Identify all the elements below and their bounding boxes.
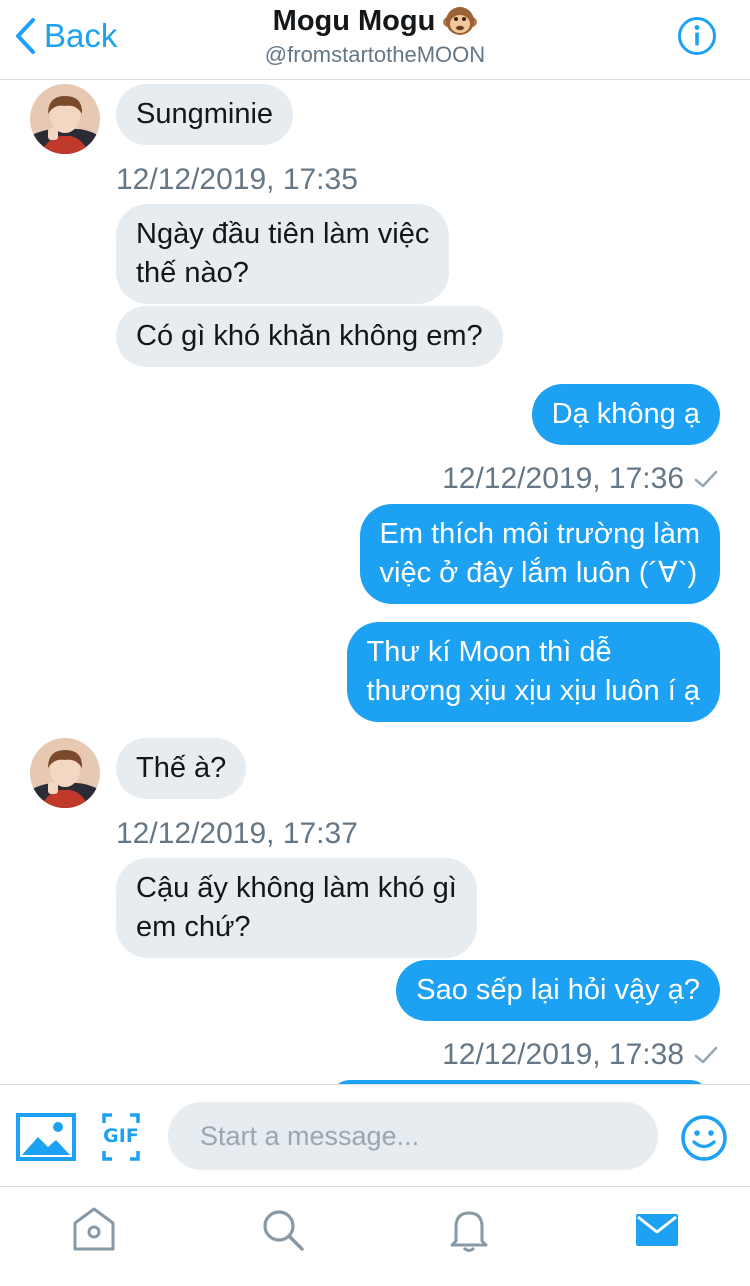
message-timestamp: 12/12/2019, 17:35	[116, 163, 358, 196]
message-composer: GIF	[0, 1084, 750, 1186]
home-icon[interactable]	[69, 1205, 119, 1255]
conversation-title-block[interactable]: Mogu Mogu @fromstartotheMOON	[0, 4, 750, 68]
message-timestamp: 12/12/2019, 17:38	[442, 1037, 718, 1073]
message-bubble-incoming[interactable]: Cậu ấy không làm khó gì em chứ?	[116, 858, 477, 958]
gif-button[interactable]: GIF	[102, 1113, 140, 1161]
conversation-handle: @fromstartotheMOON	[264, 42, 486, 67]
message-bubble-outgoing[interactable]: Em thích môi trường làm việc ở đây lắm l…	[359, 504, 720, 604]
message-timestamp-text: 12/12/2019, 17:38	[442, 1038, 684, 1071]
checkmark-icon	[694, 1046, 718, 1064]
message-bubble-outgoing[interactable]: Sao sếp lại hỏi vậy ạ?	[396, 960, 720, 1021]
message-timestamp-text: 12/12/2019, 17:36	[442, 462, 684, 495]
conversation-title: Mogu Mogu	[272, 4, 436, 37]
messages-icon[interactable]	[632, 1205, 682, 1255]
sender-avatar[interactable]	[30, 738, 100, 808]
message-bubble-incoming[interactable]: Ngày đầu tiên làm việc thế nào?	[116, 204, 450, 304]
message-input[interactable]	[168, 1102, 658, 1170]
bottom-tab-bar	[0, 1186, 750, 1286]
message-bubble-incoming[interactable]: Sungminie	[116, 84, 294, 145]
message-list[interactable]: Sungminie 12/12/2019, 17:35 Ngày đầu tiê…	[0, 80, 750, 1084]
message-timestamp: 12/12/2019, 17:37	[116, 817, 358, 850]
info-icon[interactable]	[677, 16, 717, 56]
search-icon[interactable]	[258, 1205, 308, 1255]
message-timestamp: 12/12/2019, 17:36	[442, 461, 718, 497]
sender-avatar[interactable]	[30, 84, 100, 154]
monkey-face-icon	[443, 7, 478, 35]
message-bubble-outgoing[interactable]: Dạ không ạ	[531, 384, 720, 445]
message-bubble-outgoing[interactable]: Thư kí Moon thì dễ thương xịu xịu xịu lu…	[346, 622, 720, 722]
image-icon[interactable]	[16, 1113, 76, 1161]
gif-label: GIF	[103, 1125, 139, 1147]
message-bubble-incoming[interactable]: Thế à?	[116, 738, 247, 799]
conversation-header: Back Mogu Mogu @fromstartotheMOON	[0, 0, 750, 80]
checkmark-icon	[694, 470, 718, 488]
notifications-icon[interactable]	[444, 1205, 494, 1255]
message-bubble-incoming[interactable]: Có gì khó khăn không em?	[116, 306, 503, 367]
smiley-icon[interactable]	[680, 1114, 728, 1162]
